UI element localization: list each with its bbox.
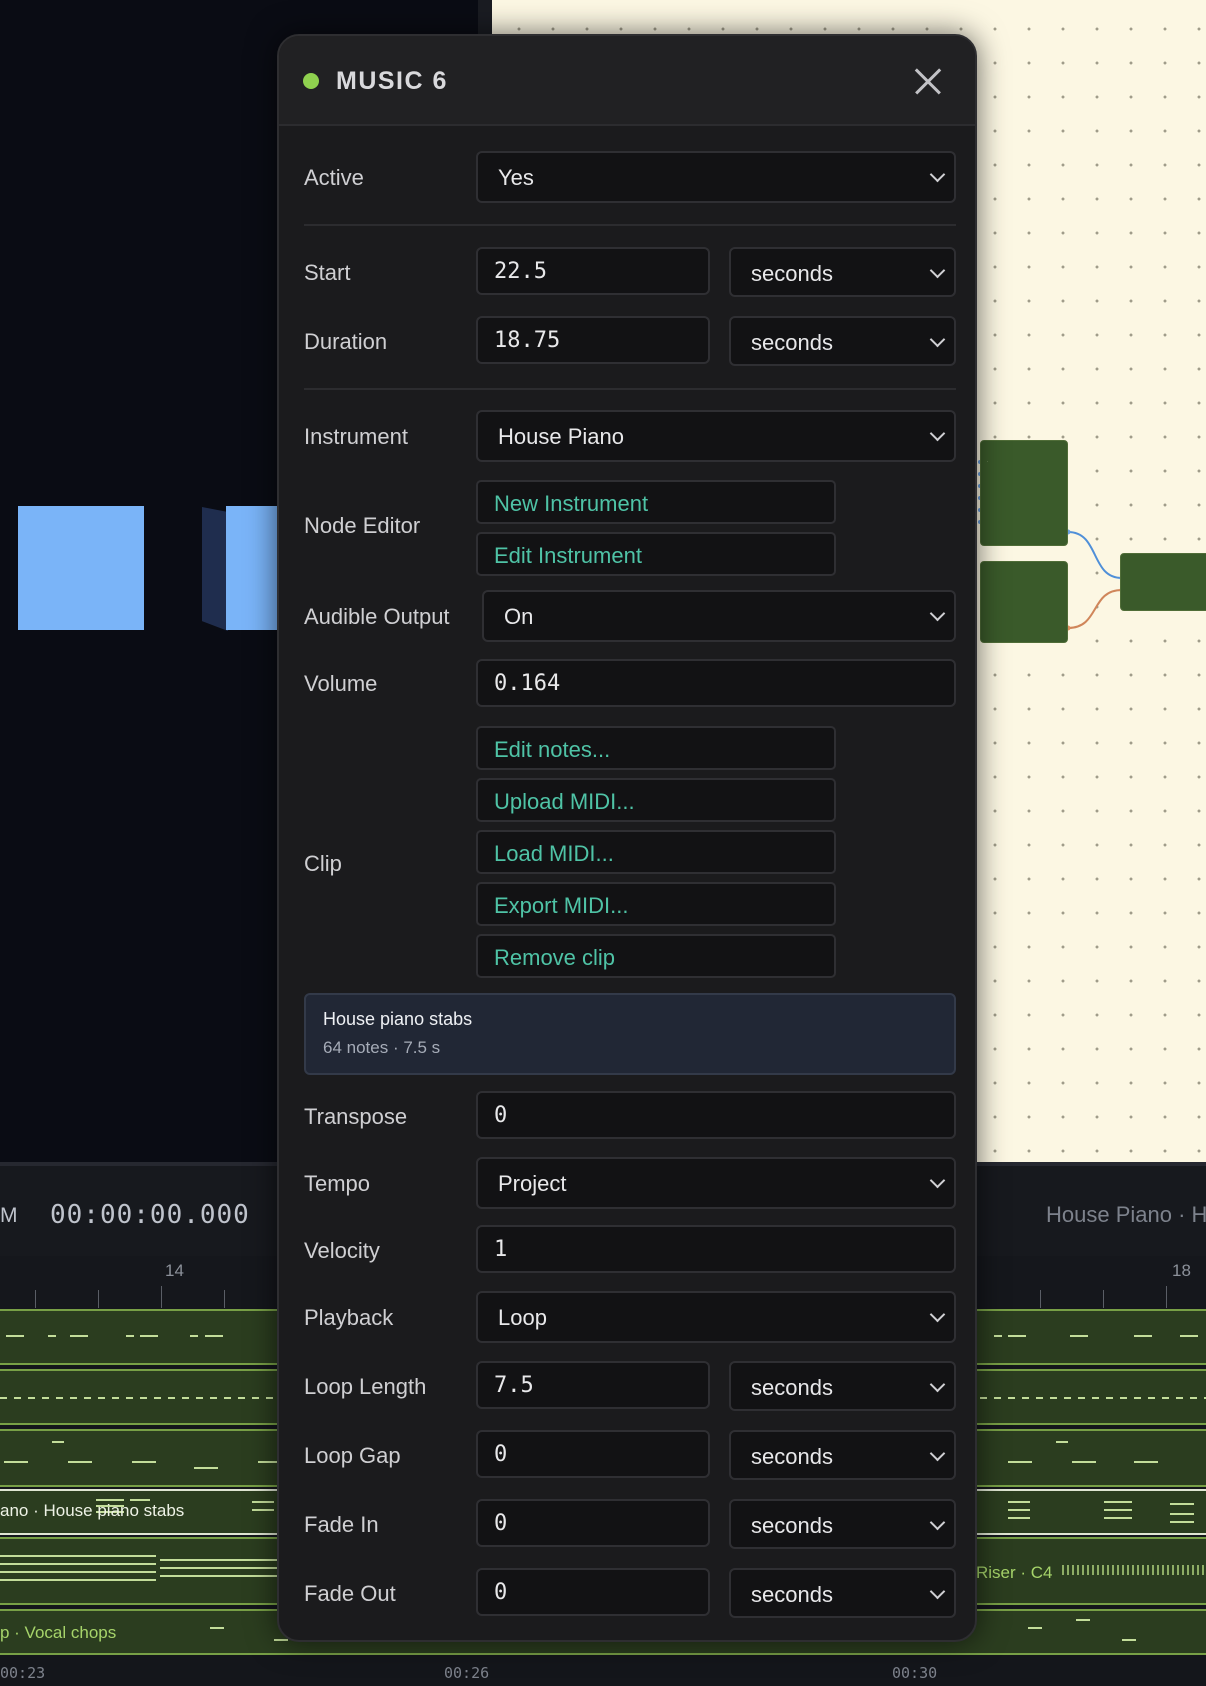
fade-out-unit-select[interactable]: seconds xyxy=(729,1568,956,1618)
track-label-riser: Riser · C4 xyxy=(976,1563,1053,1582)
chevron-down-icon xyxy=(928,428,946,446)
loop-length-label: Loop Length xyxy=(304,1374,427,1399)
mixer-node[interactable]: · xyxy=(980,440,1068,546)
status-dot-icon xyxy=(303,73,319,89)
loop-length-unit-select[interactable]: seconds xyxy=(729,1361,956,1411)
time-axis-label: 00:26 xyxy=(444,1664,490,1682)
cube-object-side xyxy=(202,507,228,631)
instrument-label: Instrument xyxy=(304,424,408,449)
chevron-down-icon xyxy=(928,608,946,626)
edit-notes-button[interactable]: Edit notes... xyxy=(476,726,836,770)
node-editor-label: Node Editor xyxy=(304,513,421,538)
ruler-label-14: 14 xyxy=(165,1261,184,1280)
loop-gap-label: Loop Gap xyxy=(304,1443,401,1468)
close-button[interactable] xyxy=(909,62,947,100)
export-midi-button[interactable]: Export MIDI... xyxy=(476,882,836,926)
playback-label: Playback xyxy=(304,1305,394,1330)
clip-label: Clip xyxy=(304,851,342,876)
dialog-title: MUSIC 6 xyxy=(336,67,448,95)
fade-in-unit-select[interactable]: seconds xyxy=(729,1499,956,1549)
chevron-down-icon xyxy=(928,265,946,283)
volume-label: Volume xyxy=(304,671,378,696)
clip-info-card: House piano stabs 64 notes · 7.5 s xyxy=(304,993,956,1075)
chevron-down-icon xyxy=(928,1586,946,1604)
audible-output-select[interactable]: On xyxy=(482,590,956,642)
start-unit-select[interactable]: seconds xyxy=(729,247,956,297)
fade-in-input[interactable]: 0 xyxy=(476,1499,710,1547)
time-axis-label: 00:30 xyxy=(892,1664,938,1682)
chevron-down-icon xyxy=(928,169,946,187)
timeline-clock: 00:00:00.000 xyxy=(50,1200,250,1230)
tempo-select[interactable]: Project xyxy=(476,1157,956,1209)
playback-select[interactable]: Loop xyxy=(476,1291,956,1343)
transpose-label: Transpose xyxy=(304,1104,408,1129)
chevron-down-icon xyxy=(928,334,946,352)
track-label-piano: ano · House piano stabs xyxy=(0,1501,185,1520)
time-axis-label: 00:23 xyxy=(0,1664,46,1682)
tempo-label: Tempo xyxy=(304,1171,371,1196)
dialog-header: MUSIC 6 xyxy=(279,36,975,126)
fade-out-input[interactable]: 0 xyxy=(476,1568,710,1616)
load-midi-button[interactable]: Load MIDI... xyxy=(476,830,836,874)
divider xyxy=(304,224,956,226)
cube-object[interactable] xyxy=(18,506,144,630)
chevron-down-icon xyxy=(928,1309,946,1327)
track-label-vocal: p · Vocal chops xyxy=(0,1623,117,1642)
transpose-input[interactable]: 0 xyxy=(476,1091,956,1139)
chevron-down-icon xyxy=(928,1448,946,1466)
loop-length-input[interactable]: 7.5 xyxy=(476,1361,710,1409)
duration-label: Duration xyxy=(304,329,388,354)
chevron-down-icon xyxy=(928,1175,946,1193)
instrument-select[interactable]: House Piano xyxy=(476,410,956,462)
music-properties-dialog: MUSIC 6 Active Yes Start 22.5 seconds Du… xyxy=(277,34,977,1642)
timeline-track-info: House Piano · H xyxy=(1046,1202,1206,1227)
clip-name: House piano stabs xyxy=(323,1009,473,1029)
chevron-down-icon xyxy=(928,1517,946,1535)
start-input[interactable]: 22.5 xyxy=(476,247,710,295)
loop-gap-input[interactable]: 0 xyxy=(476,1430,710,1478)
volume-input[interactable]: 0.164 xyxy=(476,659,956,707)
audible-output-label: Audible Output xyxy=(304,604,450,629)
new-instrument-button[interactable]: New Instrument xyxy=(476,480,836,524)
envelope-node[interactable] xyxy=(980,561,1068,643)
edit-instrument-button[interactable]: Edit Instrument xyxy=(476,532,836,576)
ruler-label-18: 18 xyxy=(1172,1261,1191,1280)
upload-midi-button[interactable]: Upload MIDI... xyxy=(476,778,836,822)
divider xyxy=(304,388,956,390)
fade-out-label: Fade Out xyxy=(304,1581,396,1606)
multiply-node[interactable] xyxy=(1120,553,1206,611)
duration-input[interactable]: 18.75 xyxy=(476,316,710,364)
loop-gap-unit-select[interactable]: seconds xyxy=(729,1430,956,1480)
clip-meta: 64 notes · 7.5 s xyxy=(323,1038,441,1057)
velocity-input[interactable]: 1 xyxy=(476,1225,956,1273)
velocity-label: Velocity xyxy=(304,1238,380,1263)
timeline-time-axis xyxy=(0,1656,1206,1686)
chevron-down-icon xyxy=(928,1379,946,1397)
start-label: Start xyxy=(304,260,351,285)
duration-unit-select[interactable]: seconds xyxy=(729,316,956,366)
fade-in-label: Fade In xyxy=(304,1512,379,1537)
active-select[interactable]: Yes xyxy=(476,151,956,203)
remove-clip-button[interactable]: Remove clip xyxy=(476,934,836,978)
timeline-mode-fragment: M xyxy=(0,1204,18,1227)
active-label: Active xyxy=(304,165,364,190)
